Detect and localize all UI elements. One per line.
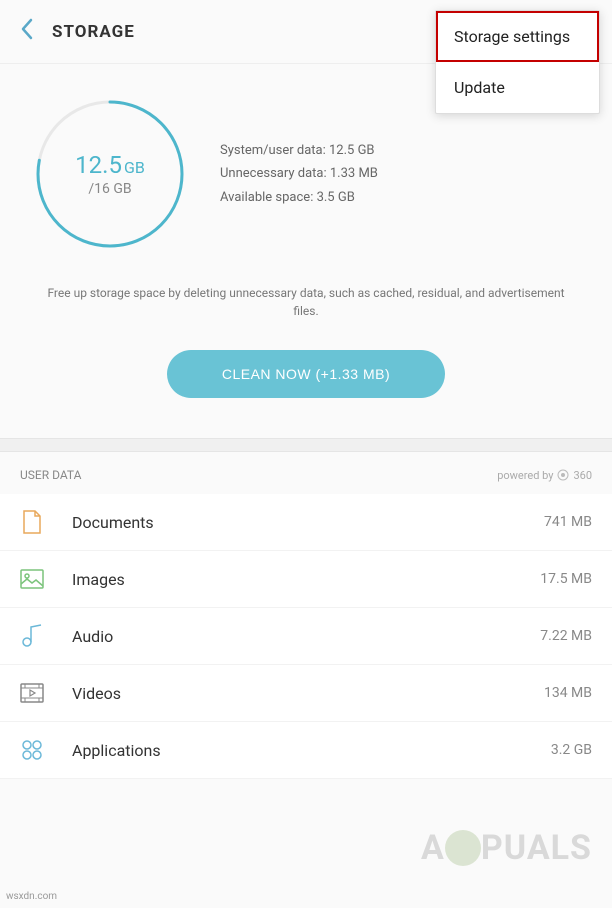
category-size: 3.2 GB: [551, 742, 592, 758]
brand-360-icon: [557, 469, 569, 481]
category-size: 17.5 MB: [540, 571, 592, 587]
source-note: wsxdn.com: [6, 891, 57, 902]
category-label: Applications: [72, 741, 551, 760]
video-icon: [20, 681, 44, 705]
audio-icon: [20, 624, 44, 648]
document-icon: [20, 510, 44, 534]
category-label: Documents: [72, 513, 544, 532]
category-list: Documents 741 MB Images 17.5 MB Audio 7.…: [0, 494, 612, 779]
storage-overview: 12.5GB /16 GB System/user data: 12.5 GB …: [0, 64, 612, 438]
category-label: Images: [72, 570, 540, 589]
storage-stats: System/user data: 12.5 GB Unnecessary da…: [220, 139, 378, 209]
back-icon[interactable]: [20, 18, 34, 45]
menu-item-storage-settings[interactable]: Storage settings: [436, 11, 599, 62]
used-space-value: 12.5GB: [75, 151, 145, 179]
category-size: 7.22 MB: [540, 628, 592, 644]
category-documents[interactable]: Documents 741 MB: [0, 494, 612, 551]
category-label: Videos: [72, 684, 544, 703]
category-label: Audio: [72, 627, 540, 646]
user-data-header: USER DATA powered by 360: [0, 452, 612, 494]
category-size: 134 MB: [544, 685, 592, 701]
page-title: STORAGE: [52, 22, 135, 42]
apps-icon: [20, 738, 44, 762]
category-videos[interactable]: Videos 134 MB: [0, 665, 612, 722]
category-images[interactable]: Images 17.5 MB: [0, 551, 612, 608]
menu-item-update[interactable]: Update: [436, 62, 599, 113]
user-data-title: USER DATA: [20, 468, 81, 482]
watermark-face-icon: [445, 830, 481, 866]
image-icon: [20, 567, 44, 591]
overflow-menu: Storage settings Update: [435, 10, 600, 114]
category-applications[interactable]: Applications 3.2 GB: [0, 722, 612, 779]
powered-by-label: powered by 360: [497, 469, 592, 482]
watermark: APUALS: [421, 828, 592, 868]
category-audio[interactable]: Audio 7.22 MB: [0, 608, 612, 665]
total-space-value: /16 GB: [88, 181, 131, 197]
clean-now-button[interactable]: CLEAN NOW (+1.33 MB): [167, 350, 445, 398]
category-size: 741 MB: [544, 514, 592, 530]
storage-gauge: 12.5GB /16 GB: [30, 94, 190, 254]
section-divider: [0, 438, 612, 452]
storage-tip: Free up storage space by deleting unnece…: [20, 284, 592, 340]
